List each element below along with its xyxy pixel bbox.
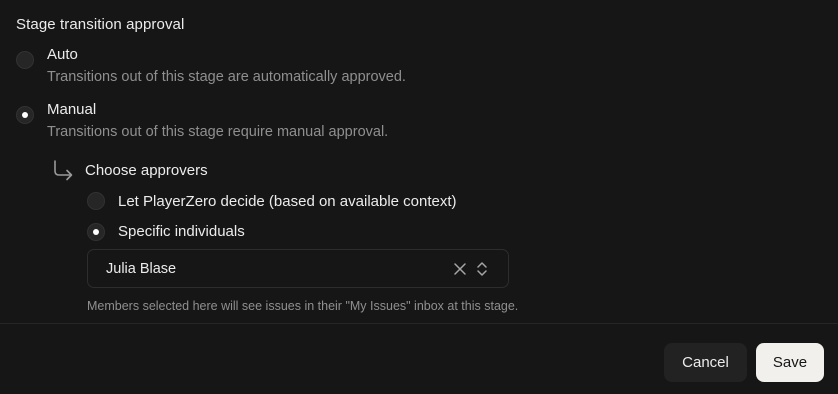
manual-label[interactable]: Manual <box>47 101 96 118</box>
auto-radio[interactable] <box>16 51 34 69</box>
chevron-up-down-icon[interactable] <box>475 260 489 278</box>
approver-select[interactable]: Julia Blase <box>87 249 509 288</box>
save-button[interactable]: Save <box>756 343 824 382</box>
specific-individuals-radio[interactable] <box>87 223 105 241</box>
approver-select-value: Julia Blase <box>106 261 177 277</box>
cancel-button[interactable]: Cancel <box>664 343 747 382</box>
playerzero-decide-label[interactable]: Let PlayerZero decide (based on availabl… <box>118 193 457 210</box>
section-title: Stage transition approval <box>16 16 185 33</box>
approval-settings-panel: Stage transition approval Auto Transitio… <box>0 0 838 394</box>
choose-approvers-title: Choose approvers <box>85 162 208 179</box>
playerzero-decide-radio[interactable] <box>87 192 105 210</box>
approver-helper-text: Members selected here will see issues in… <box>87 299 519 313</box>
footer-divider <box>0 323 838 324</box>
clear-icon[interactable] <box>453 262 467 276</box>
specific-individuals-label[interactable]: Specific individuals <box>118 223 245 240</box>
auto-label[interactable]: Auto <box>47 46 78 63</box>
auto-description: Transitions out of this stage are automa… <box>47 69 406 85</box>
manual-description: Transitions out of this stage require ma… <box>47 124 389 140</box>
manual-radio[interactable] <box>16 106 34 124</box>
return-arrow-icon <box>54 160 73 181</box>
